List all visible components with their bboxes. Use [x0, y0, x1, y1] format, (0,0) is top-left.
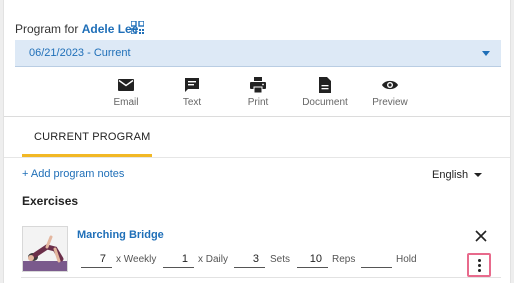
tab-current-program-label: CURRENT PROGRAM: [34, 131, 151, 143]
print-button[interactable]: Print: [228, 76, 288, 108]
document-button[interactable]: Document: [295, 76, 355, 108]
sets-input[interactable]: 3: [234, 251, 265, 268]
add-program-notes-link[interactable]: + Add program notes: [22, 168, 124, 180]
daily-input[interactable]: 1: [163, 251, 194, 268]
program-panel: Program for Adele Lee 06/21/2023 - Curre…: [3, 0, 511, 283]
date-range-value: 06/21/2023 - Current: [29, 47, 131, 59]
text-button[interactable]: Text: [162, 76, 222, 108]
tabs-divider: [4, 157, 510, 158]
reps-label: Reps: [332, 254, 356, 265]
tab-current-program[interactable]: CURRENT PROGRAM: [22, 118, 152, 157]
hold-input[interactable]: [361, 251, 392, 268]
more-dot: [478, 264, 481, 267]
exercise-name-link[interactable]: Marching Bridge: [77, 229, 164, 241]
exercise-illustration: [23, 227, 67, 271]
action-bar: Email Text Print Document Preview: [4, 76, 510, 112]
weekly-label: x Weekly: [116, 254, 157, 265]
more-dot: [478, 269, 481, 272]
email-button[interactable]: Email: [96, 76, 156, 108]
document-label: Document: [302, 97, 348, 108]
printer-icon: [250, 77, 266, 94]
email-label: Email: [113, 97, 139, 108]
close-icon[interactable]: [473, 228, 489, 244]
exercise-row: Marching Bridge 7 x Weekly 1 x Daily 3 S…: [21, 222, 501, 278]
email-icon: [118, 79, 134, 91]
eye-icon: [382, 80, 398, 90]
language-select[interactable]: English: [432, 169, 468, 181]
hold-label: Hold: [396, 254, 417, 265]
exercise-thumbnail[interactable]: [22, 226, 68, 272]
reps-input[interactable]: 10: [297, 251, 328, 268]
dropdown-caret-icon: [482, 51, 490, 56]
preview-label: Preview: [372, 97, 408, 108]
chat-icon: [185, 78, 199, 92]
preview-button[interactable]: Preview: [360, 76, 420, 108]
sets-label: Sets: [270, 254, 291, 265]
more-options-button[interactable]: [467, 253, 491, 277]
program-header: Program for Adele Lee 06/21/2023 - Curre…: [4, 0, 510, 117]
document-icon: [319, 77, 331, 93]
weekly-input[interactable]: 7: [81, 251, 112, 268]
program-for-label: Program for Adele Lee: [15, 22, 138, 36]
exercises-heading: Exercises: [22, 194, 79, 208]
text-label: Text: [182, 97, 202, 108]
date-range-select[interactable]: 06/21/2023 - Current: [15, 40, 501, 67]
program-for-text: Program for: [15, 22, 79, 36]
language-caret-icon[interactable]: [474, 173, 482, 177]
qr-code-icon[interactable]: [131, 21, 144, 34]
daily-label: x Daily: [198, 254, 229, 265]
patient-name[interactable]: Adele Lee: [82, 22, 139, 36]
more-dot: [478, 259, 481, 262]
print-label: Print: [247, 97, 269, 108]
